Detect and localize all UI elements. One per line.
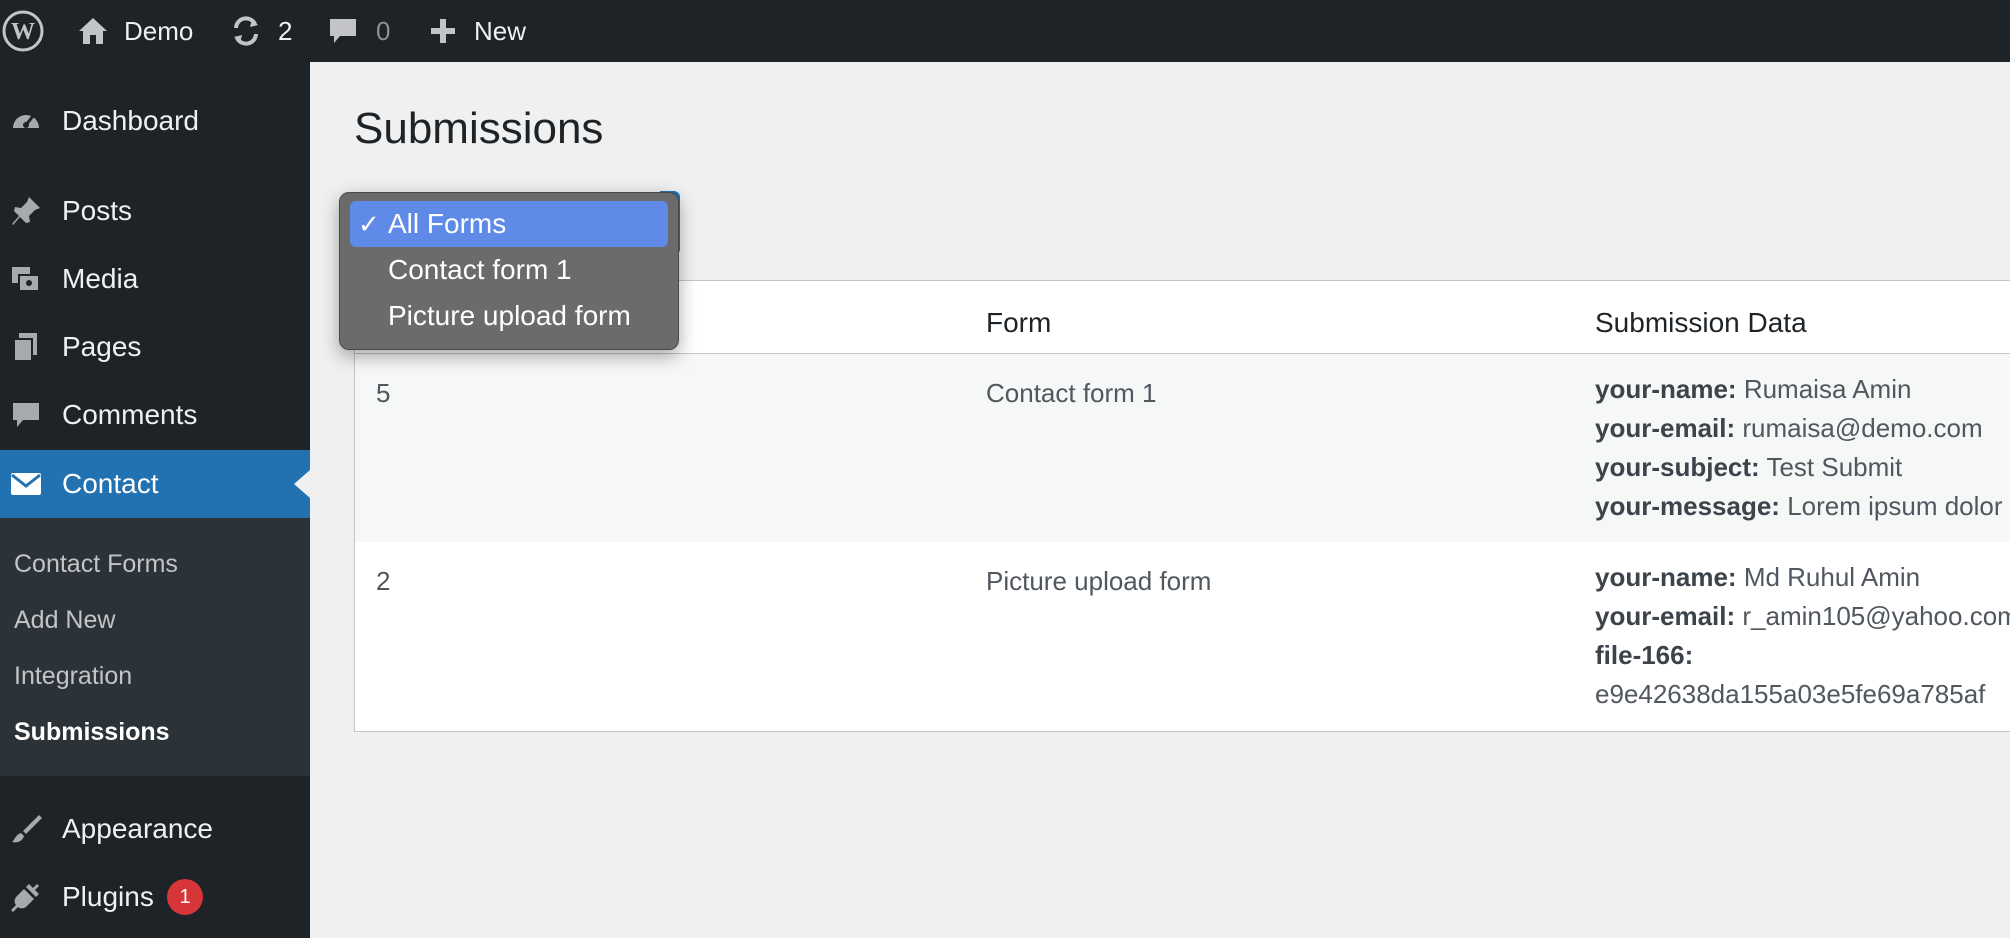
dropdown-option-label: All Forms [388, 208, 507, 239]
admin-bar: W Demo 2 0 New [0, 0, 2010, 62]
submission-field: your-email: rumaisa@demo.com [1595, 413, 1983, 443]
comments-count: 0 [376, 15, 391, 46]
sidebar-item-label: Dashboard [62, 105, 199, 136]
plus-icon [428, 16, 458, 46]
sidebar-item-label: Posts [62, 195, 133, 226]
file-hash[interactable]: e9e42638da155a03e5fe69a785af [1595, 675, 1985, 714]
sidebar-item-dashboard[interactable]: Dashboard [0, 90, 310, 152]
sidebar-item-label: Contact [62, 468, 159, 499]
checkmark-icon: ✓ [358, 208, 380, 239]
plugins-update-badge: 1 [167, 879, 203, 915]
comment-icon [6, 395, 46, 435]
submission-form: Contact form 1 [986, 378, 1157, 408]
dropdown-option-contact-form-1[interactable]: Contact form 1 [350, 247, 668, 293]
comment-icon [326, 14, 360, 48]
sidebar-item-label: Plugins [62, 881, 154, 912]
submission-id: 2 [376, 566, 391, 596]
submission-field: your-subject: Test Submit [1595, 452, 1903, 482]
submenu-item-contact-forms[interactable]: Contact Forms [14, 550, 178, 579]
page-title: Submissions [354, 104, 604, 153]
form-filter-dropdown: ✓ All Forms Contact form 1 Picture uploa… [339, 192, 679, 350]
submission-form: Picture upload form [986, 566, 1212, 596]
submission-field: your-email: r_amin105@yahoo.com [1595, 601, 2010, 631]
current-menu-arrow [294, 470, 310, 498]
sidebar-item-appearance[interactable]: Appearance [0, 800, 310, 858]
updates-link[interactable]: 2 [228, 0, 292, 62]
pin-icon [6, 191, 46, 231]
media-icon [6, 259, 46, 299]
sidebar-item-contact[interactable]: Contact [0, 450, 310, 518]
table-row[interactable]: 5 Contact form 1 your-name: Rumaisa Amin… [355, 354, 2010, 542]
new-content-link[interactable]: New [428, 0, 526, 62]
comments-link[interactable]: 0 [326, 0, 390, 62]
dropdown-option-picture-upload-form[interactable]: Picture upload form [350, 293, 668, 339]
dashboard-icon [6, 101, 46, 141]
sidebar-item-pages[interactable]: Pages [0, 318, 310, 376]
sidebar-item-media[interactable]: Media [0, 250, 310, 308]
submenu-item-submissions[interactable]: Submissions [14, 718, 170, 747]
sidebar-item-posts[interactable]: Posts [0, 182, 310, 240]
submenu-item-add-new[interactable]: Add New [14, 606, 115, 635]
dropdown-option-all-forms[interactable]: ✓ All Forms [350, 201, 668, 247]
wordpress-logo-icon[interactable]: W [2, 0, 44, 62]
site-name-link[interactable]: Demo [76, 0, 193, 62]
dropdown-option-label: Contact form 1 [388, 254, 572, 285]
submission-field: your-name: Md Ruhul Amin [1595, 562, 1921, 592]
plug-icon [6, 877, 46, 917]
sidebar-item-label: Appearance [62, 813, 214, 844]
svg-text:W: W [11, 19, 35, 45]
pages-icon [6, 327, 46, 367]
dropdown-option-label: Picture upload form [388, 300, 631, 331]
submenu-item-integration[interactable]: Integration [14, 662, 132, 691]
updates-count: 2 [278, 15, 293, 46]
sidebar-item-label: Comments [62, 399, 198, 430]
column-header-form[interactable]: Form [986, 307, 1051, 339]
sidebar-item-label: Media [62, 263, 139, 294]
sidebar-item-comments[interactable]: Comments [0, 386, 310, 444]
submission-field: your-name: Rumaisa Amin [1595, 374, 1912, 404]
admin-sidebar: Dashboard Posts Media Pages Comments Con… [0, 62, 310, 938]
sidebar-item-plugins[interactable]: Plugins 1 [0, 868, 310, 926]
envelope-icon [6, 464, 46, 504]
brush-icon [6, 809, 46, 849]
submission-field: your-message: Lorem ipsum dolor [1595, 491, 2003, 521]
updates-icon [228, 13, 264, 49]
table-row[interactable]: 2 Picture upload form your-name: Md Ruhu… [355, 542, 2010, 732]
site-name: Demo [124, 15, 194, 46]
submission-field: file-166: [1595, 640, 1694, 670]
column-header-submission-data[interactable]: Submission Data [1595, 307, 1807, 339]
submission-id: 5 [376, 378, 391, 408]
home-icon [76, 14, 110, 48]
new-label: New [474, 15, 527, 46]
sidebar-item-label: Pages [62, 331, 142, 362]
contact-submenu: Contact Forms Add New Integration Submis… [0, 518, 310, 776]
